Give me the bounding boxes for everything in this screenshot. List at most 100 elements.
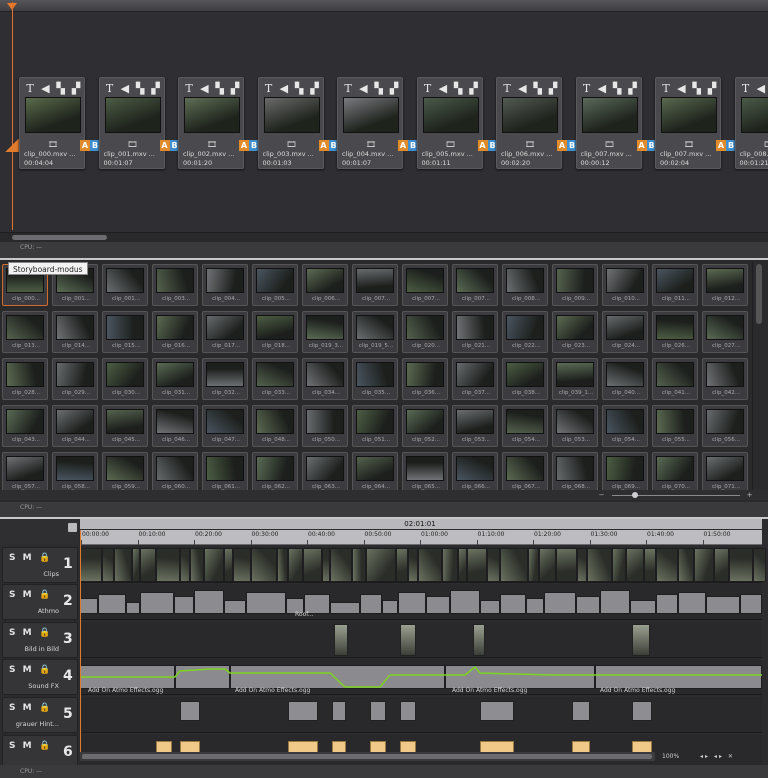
media-thumbnail[interactable]: [206, 456, 244, 481]
media-item[interactable]: clip_063...: [302, 452, 348, 494]
video-clip[interactable]: [539, 548, 556, 582]
background-clip[interactable]: [572, 701, 590, 721]
track-lane-4[interactable]: Add On Atmo Effects.ogg Add On Atmo Effec…: [80, 659, 762, 695]
transition-icon[interactable]: ▞: [308, 82, 320, 95]
video-clip[interactable]: [132, 548, 140, 582]
media-item[interactable]: clip_010...: [602, 264, 648, 306]
video-clip[interactable]: [612, 548, 626, 582]
title-icon[interactable]: T: [501, 82, 513, 95]
media-thumbnail[interactable]: [6, 456, 44, 481]
media-item[interactable]: clip_014...: [52, 311, 98, 353]
picture-in-picture-clip[interactable]: [473, 624, 485, 656]
media-item[interactable]: clip_047...: [202, 405, 248, 447]
media-thumbnail[interactable]: [206, 409, 244, 434]
ab-transition-icon[interactable]: AB: [398, 140, 418, 151]
title-icon[interactable]: T: [422, 82, 434, 95]
media-item[interactable]: clip_056...: [702, 405, 748, 447]
media-item[interactable]: clip_053...: [452, 405, 498, 447]
video-clip[interactable]: [500, 548, 528, 582]
audio-clip[interactable]: [656, 594, 678, 614]
lock-icon[interactable]: 🔒: [39, 553, 50, 563]
ab-transition-icon[interactable]: AB: [159, 140, 180, 151]
media-item[interactable]: clip_070...: [652, 452, 698, 494]
video-clip[interactable]: [626, 548, 644, 582]
media-item[interactable]: clip_026...: [652, 311, 698, 353]
media-item[interactable]: clip_032...: [202, 358, 248, 400]
audio-clip[interactable]: [740, 594, 762, 614]
media-item[interactable]: clip_068...: [552, 452, 598, 494]
media-item[interactable]: clip_059...: [102, 452, 148, 494]
media-thumbnail[interactable]: [6, 409, 44, 434]
media-item[interactable]: clip_020...: [402, 311, 448, 353]
solo-mute-buttons[interactable]: S M: [9, 553, 34, 563]
flag-icon[interactable]: ▚: [55, 82, 67, 95]
transition-icon[interactable]: ▞: [626, 82, 638, 95]
video-clip[interactable]: [322, 548, 330, 582]
video-clip[interactable]: [458, 548, 467, 582]
video-clip[interactable]: [528, 548, 539, 582]
media-thumbnail[interactable]: [506, 409, 544, 434]
clip-thumbnail[interactable]: [104, 97, 161, 133]
track-header-2[interactable]: S M 🔒 Athmo 2: [2, 584, 78, 620]
media-item[interactable]: clip_060...: [152, 452, 198, 494]
audio-clip[interactable]: [500, 594, 526, 614]
ab-transition-icon[interactable]: AB: [477, 140, 498, 151]
media-thumbnail[interactable]: [356, 362, 394, 387]
media-thumbnail[interactable]: [506, 268, 544, 293]
clip-thumbnail[interactable]: [581, 97, 638, 133]
volume-envelope-line[interactable]: [80, 665, 762, 688]
zoom-in-button[interactable]: +: [745, 491, 754, 499]
media-item[interactable]: clip_012...: [702, 264, 748, 306]
audio-clip[interactable]: [246, 592, 286, 614]
track-lane-2[interactable]: Roof...: [80, 584, 762, 620]
media-item[interactable]: clip_015...: [102, 311, 148, 353]
background-clip[interactable]: [180, 701, 200, 721]
audio-clip[interactable]: [544, 592, 576, 614]
transition-icon[interactable]: ▞: [467, 82, 479, 95]
media-item[interactable]: clip_029...: [52, 358, 98, 400]
media-item[interactable]: clip_050...: [302, 405, 348, 447]
solo-mute-buttons[interactable]: S M: [9, 590, 34, 600]
media-item[interactable]: clip_053...: [552, 405, 598, 447]
solo-mute-buttons[interactable]: S M: [9, 628, 34, 638]
title-icon[interactable]: T: [183, 82, 195, 95]
media-thumbnail[interactable]: [256, 456, 294, 481]
ab-transition-icon[interactable]: AB: [636, 140, 657, 151]
media-thumbnail[interactable]: [606, 315, 644, 340]
storyboard-playhead[interactable]: [12, 2, 13, 230]
media-item[interactable]: clip_037...: [452, 358, 498, 400]
media-item[interactable]: clip_003...: [152, 264, 198, 306]
picture-in-picture-clip[interactable]: [334, 624, 348, 656]
storyboard-card[interactable]: T ◀ ▚ ▞ 🎞 clip_003.mxv ... 00:01:03: [257, 77, 324, 169]
media-thumbnail[interactable]: [306, 456, 344, 481]
video-clip[interactable]: [277, 548, 288, 582]
media-pool-scrollbar[interactable]: [752, 262, 764, 490]
media-thumbnail[interactable]: [106, 268, 144, 293]
background-clip[interactable]: [632, 701, 652, 721]
media-item[interactable]: clip_058...: [52, 452, 98, 494]
media-thumbnail[interactable]: [6, 362, 44, 387]
media-thumbnail[interactable]: [356, 409, 394, 434]
video-clip[interactable]: [352, 548, 366, 582]
media-item[interactable]: clip_064...: [352, 452, 398, 494]
clip-thumbnail[interactable]: [740, 97, 768, 133]
speaker-icon[interactable]: ◀: [516, 82, 528, 95]
media-item[interactable]: clip_030...: [102, 358, 148, 400]
speaker-icon[interactable]: ◀: [437, 82, 449, 95]
scrollbar-thumb[interactable]: [756, 264, 762, 324]
media-item[interactable]: clip_041...: [652, 358, 698, 400]
storyboard-card[interactable]: T ◀ ▚ ▞ 🎞 clip_002.mxv ... 00:01:20: [178, 77, 244, 169]
media-thumbnail[interactable]: [256, 315, 294, 340]
solo-mute-buttons[interactable]: S M: [9, 741, 34, 751]
ab-transition-icon[interactable]: AB: [716, 140, 736, 151]
video-clip[interactable]: [156, 548, 180, 582]
media-thumbnail[interactable]: [506, 315, 544, 340]
media-item[interactable]: clip_013...: [2, 311, 48, 353]
media-thumbnail[interactable]: [156, 268, 194, 293]
picture-in-picture-clip[interactable]: [400, 624, 416, 656]
lock-icon[interactable]: 🔒: [39, 703, 50, 713]
media-thumbnail[interactable]: [206, 268, 244, 293]
media-thumbnail[interactable]: [356, 315, 394, 340]
video-clip[interactable]: [729, 548, 753, 582]
media-thumbnail[interactable]: [306, 362, 344, 387]
